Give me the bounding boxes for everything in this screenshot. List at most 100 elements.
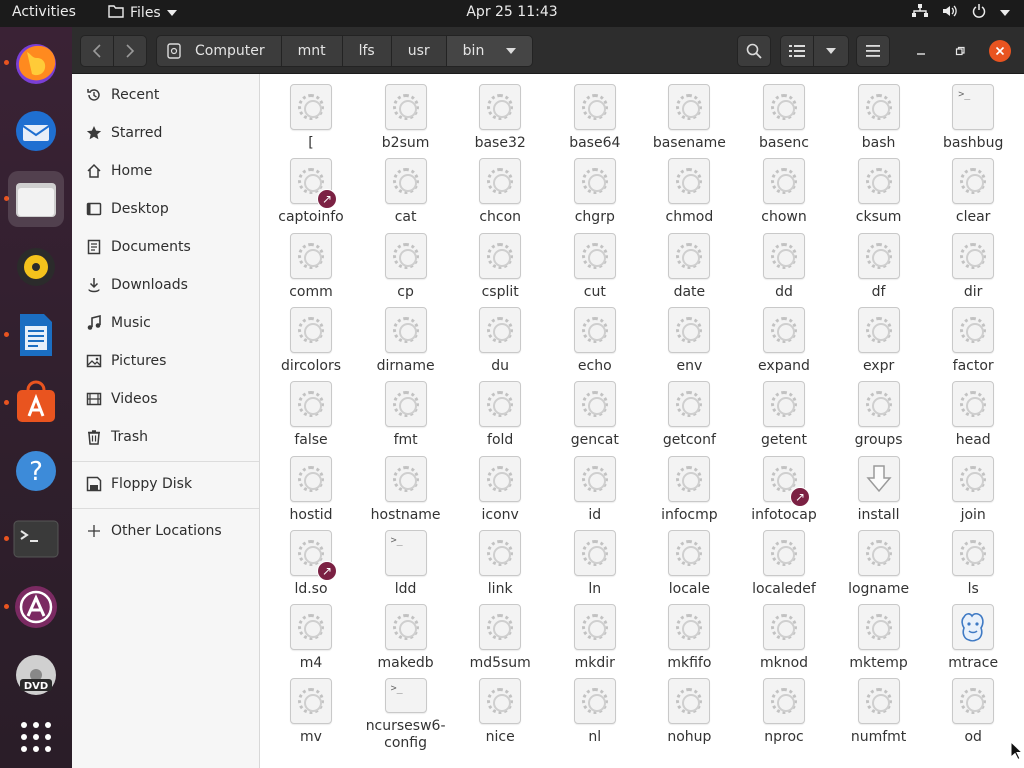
file-item[interactable]: b2sum xyxy=(359,84,453,158)
file-item[interactable]: clear xyxy=(926,158,1020,232)
minimize-button[interactable] xyxy=(910,40,932,62)
file-item[interactable]: ↗ infotocap xyxy=(737,455,831,530)
file-item[interactable]: gencat xyxy=(548,381,642,455)
crumb-bin[interactable]: bin xyxy=(445,35,534,67)
file-item[interactable]: df xyxy=(832,232,926,307)
file-item[interactable]: ls xyxy=(926,529,1020,604)
file-item[interactable]: head xyxy=(926,381,1020,455)
file-item[interactable]: >_ bashbug xyxy=(926,84,1020,158)
sidebar-item-trash[interactable]: Trash xyxy=(72,420,259,454)
file-item[interactable]: env xyxy=(642,306,736,381)
file-item[interactable]: cksum xyxy=(832,158,926,232)
file-item[interactable]: nohup xyxy=(642,678,736,752)
file-item[interactable]: getent xyxy=(737,381,831,455)
file-item[interactable]: dd xyxy=(737,232,831,307)
sidebar-item-floppy-disk[interactable]: Floppy Disk xyxy=(72,467,259,501)
file-item[interactable]: expand xyxy=(737,306,831,381)
view-list-button[interactable] xyxy=(780,35,814,67)
file-item[interactable]: groups xyxy=(832,381,926,455)
file-item[interactable]: od xyxy=(926,678,1020,752)
writer-icon[interactable] xyxy=(8,307,64,363)
file-item[interactable]: dircolors xyxy=(264,306,358,381)
file-item[interactable]: cut xyxy=(548,232,642,307)
file-item[interactable]: ↗ ld.so xyxy=(264,529,358,604)
file-item[interactable]: mktemp xyxy=(832,604,926,678)
file-item[interactable]: cp xyxy=(359,232,453,307)
file-item[interactable]: >_ ldd xyxy=(359,529,453,604)
file-item[interactable]: [ xyxy=(264,84,358,158)
close-button[interactable] xyxy=(989,40,1011,62)
file-item[interactable]: date xyxy=(642,232,736,307)
sidebar-item-home[interactable]: Home xyxy=(72,154,259,188)
file-item[interactable]: locale xyxy=(642,529,736,604)
software-icon[interactable] xyxy=(8,375,64,431)
file-item[interactable]: basenc xyxy=(737,84,831,158)
file-item[interactable]: fold xyxy=(453,381,547,455)
file-item[interactable]: du xyxy=(453,306,547,381)
firefox-icon[interactable] xyxy=(8,35,64,91)
sidebar-item-desktop[interactable]: Desktop xyxy=(72,192,259,226)
file-item[interactable]: fmt xyxy=(359,381,453,455)
file-item[interactable]: logname xyxy=(832,529,926,604)
file-item[interactable]: md5sum xyxy=(453,604,547,678)
file-item[interactable]: bash xyxy=(832,84,926,158)
file-item[interactable]: makedb xyxy=(359,604,453,678)
file-item[interactable]: join xyxy=(926,455,1020,530)
file-item[interactable]: id xyxy=(548,455,642,530)
file-item[interactable]: mknod xyxy=(737,604,831,678)
file-item[interactable]: chown xyxy=(737,158,831,232)
file-item[interactable]: m4 xyxy=(264,604,358,678)
help-icon[interactable]: ? xyxy=(8,443,64,499)
system-menu[interactable] xyxy=(912,4,1010,22)
show-applications-icon[interactable] xyxy=(8,709,64,765)
crumb-computer[interactable]: Computer xyxy=(156,35,282,67)
sidebar-item-downloads[interactable]: Downloads xyxy=(72,268,259,302)
file-item[interactable]: ln xyxy=(548,529,642,604)
maximize-button[interactable] xyxy=(949,40,971,62)
thunderbird-icon[interactable] xyxy=(8,103,64,159)
crumb-mnt[interactable]: mnt xyxy=(280,35,343,67)
file-item[interactable]: comm xyxy=(264,232,358,307)
file-item[interactable]: chgrp xyxy=(548,158,642,232)
file-item[interactable]: mtrace xyxy=(926,604,1020,678)
file-item[interactable]: getconf xyxy=(642,381,736,455)
file-item[interactable]: localedef xyxy=(737,529,831,604)
file-item[interactable]: infocmp xyxy=(642,455,736,530)
crumb-lfs[interactable]: lfs xyxy=(341,35,392,67)
back-button[interactable] xyxy=(80,35,114,67)
search-button[interactable] xyxy=(737,35,771,67)
file-item[interactable]: base64 xyxy=(548,84,642,158)
sidebar-item-videos[interactable]: Videos xyxy=(72,382,259,416)
file-item[interactable]: >_ ncursesw6-config xyxy=(359,678,453,752)
rhythmbox-icon[interactable] xyxy=(8,239,64,295)
forward-button[interactable] xyxy=(113,35,147,67)
file-item[interactable]: mkfifo xyxy=(642,604,736,678)
sidebar-item-pictures[interactable]: Pictures xyxy=(72,344,259,378)
file-item[interactable]: csplit xyxy=(453,232,547,307)
view-options-button[interactable] xyxy=(813,35,849,67)
sidebar-item-starred[interactable]: Starred xyxy=(72,116,259,150)
file-item[interactable]: ↗ captoinfo xyxy=(264,158,358,232)
sidebar-item-recent[interactable]: Recent xyxy=(72,78,259,112)
file-item[interactable]: numfmt xyxy=(832,678,926,752)
activities-button[interactable]: Activities xyxy=(12,4,76,20)
file-item[interactable]: dirname xyxy=(359,306,453,381)
file-item[interactable]: link xyxy=(453,529,547,604)
file-item[interactable]: expr xyxy=(832,306,926,381)
file-item[interactable]: basename xyxy=(642,84,736,158)
file-item[interactable]: mkdir xyxy=(548,604,642,678)
file-item[interactable]: nice xyxy=(453,678,547,752)
file-item[interactable]: cat xyxy=(359,158,453,232)
file-item[interactable]: chmod xyxy=(642,158,736,232)
file-item[interactable]: echo xyxy=(548,306,642,381)
file-item[interactable]: mv xyxy=(264,678,358,752)
sidebar-item-documents[interactable]: Documents xyxy=(72,230,259,264)
file-item[interactable]: factor xyxy=(926,306,1020,381)
file-item[interactable]: nl xyxy=(548,678,642,752)
file-item[interactable]: dir xyxy=(926,232,1020,307)
file-item[interactable]: nproc xyxy=(737,678,831,752)
clock[interactable]: Apr 25 11:43 xyxy=(466,4,557,20)
sidebar-item-music[interactable]: Music xyxy=(72,306,259,340)
sidebar-item-other-locations[interactable]: Other Locations xyxy=(72,514,259,548)
file-item[interactable]: iconv xyxy=(453,455,547,530)
